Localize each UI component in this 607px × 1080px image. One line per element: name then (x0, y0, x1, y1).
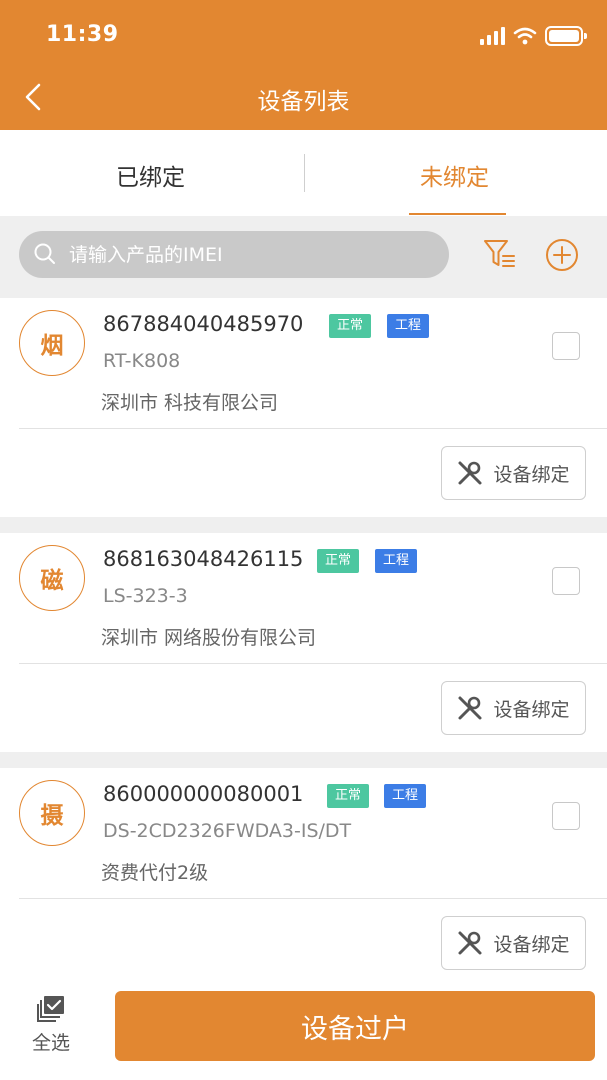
select-all-label: 全选 (31, 1032, 70, 1054)
tab-bound[interactable]: 已绑定 (116, 158, 185, 192)
wrench-screwdriver-icon (458, 696, 482, 720)
bind-device-label: 设备绑定 (493, 463, 570, 486)
type-badge: 工程 (375, 549, 418, 573)
select-all-button[interactable]: 全选 (18, 994, 84, 1064)
bind-device-button[interactable]: 设备绑定 (441, 681, 586, 735)
device-card: 磁 868163048426115 正常 工程 LS-323-3 深圳市 网络股… (0, 533, 607, 752)
device-avatar: 烟 (19, 310, 85, 376)
device-card: 摄 860000000080001 正常 工程 DS-2CD2326FWDA3-… (0, 768, 607, 987)
bind-device-label: 设备绑定 (493, 698, 570, 721)
device-company: 资费代付2级 (101, 862, 209, 884)
wifi-icon (513, 27, 537, 45)
device-company: 深圳市 科技有限公司 (101, 392, 279, 414)
search-icon (34, 243, 55, 264)
device-imei: 868163048426115 (103, 547, 304, 571)
search-box (19, 231, 449, 278)
device-model: LS-323-3 (103, 585, 188, 607)
search-bar (0, 216, 607, 298)
bind-device-button[interactable]: 设备绑定 (441, 916, 586, 970)
device-checkbox[interactable] (552, 802, 580, 830)
status-time: 11:39 (46, 22, 119, 47)
device-avatar: 摄 (19, 780, 85, 846)
filter-icon (484, 240, 515, 267)
add-button[interactable] (545, 238, 579, 276)
wrench-screwdriver-icon (458, 461, 482, 485)
search-input[interactable] (69, 231, 429, 278)
device-transfer-button[interactable]: 设备过户 (115, 991, 595, 1061)
type-badge: 工程 (387, 314, 430, 338)
type-badge: 工程 (384, 784, 427, 808)
device-imei: 867884040485970 (103, 312, 304, 336)
signal-icon (480, 27, 505, 45)
card-divider (19, 898, 607, 899)
bind-device-label: 设备绑定 (493, 933, 570, 956)
device-checkbox[interactable] (552, 332, 580, 360)
card-divider (19, 663, 607, 664)
device-checkbox[interactable] (552, 567, 580, 595)
tab-unbound[interactable]: 未绑定 (420, 158, 489, 192)
tab-separator (304, 154, 305, 192)
plus-circle-icon (546, 239, 578, 271)
bottom-bar: 全选 设备过户 (0, 982, 607, 1080)
bind-device-button[interactable]: 设备绑定 (441, 446, 586, 500)
active-tab-indicator (409, 213, 506, 215)
filter-button[interactable] (483, 238, 517, 274)
status-icons (480, 24, 587, 48)
device-card: 烟 867884040485970 正常 工程 RT-K808 深圳市 科技有限… (0, 298, 607, 517)
device-company: 深圳市 网络股份有限公司 (101, 627, 317, 649)
status-badge: 正常 (329, 314, 372, 338)
page-title: 设备列表 (257, 89, 350, 115)
device-model: DS-2CD2326FWDA3-IS/DT (103, 820, 352, 842)
status-badge: 正常 (317, 549, 360, 573)
battery-icon (545, 26, 587, 46)
device-avatar: 磁 (19, 545, 85, 611)
device-imei: 860000000080001 (103, 782, 304, 806)
stacked-check-icon (37, 996, 64, 1022)
tab-bar: 已绑定 未绑定 (0, 130, 607, 216)
card-divider (19, 428, 607, 429)
top-bar: 11:39 设备列表 (0, 0, 607, 130)
status-badge: 正常 (327, 784, 370, 808)
device-model: RT-K808 (103, 350, 181, 372)
wrench-screwdriver-icon (458, 931, 482, 955)
